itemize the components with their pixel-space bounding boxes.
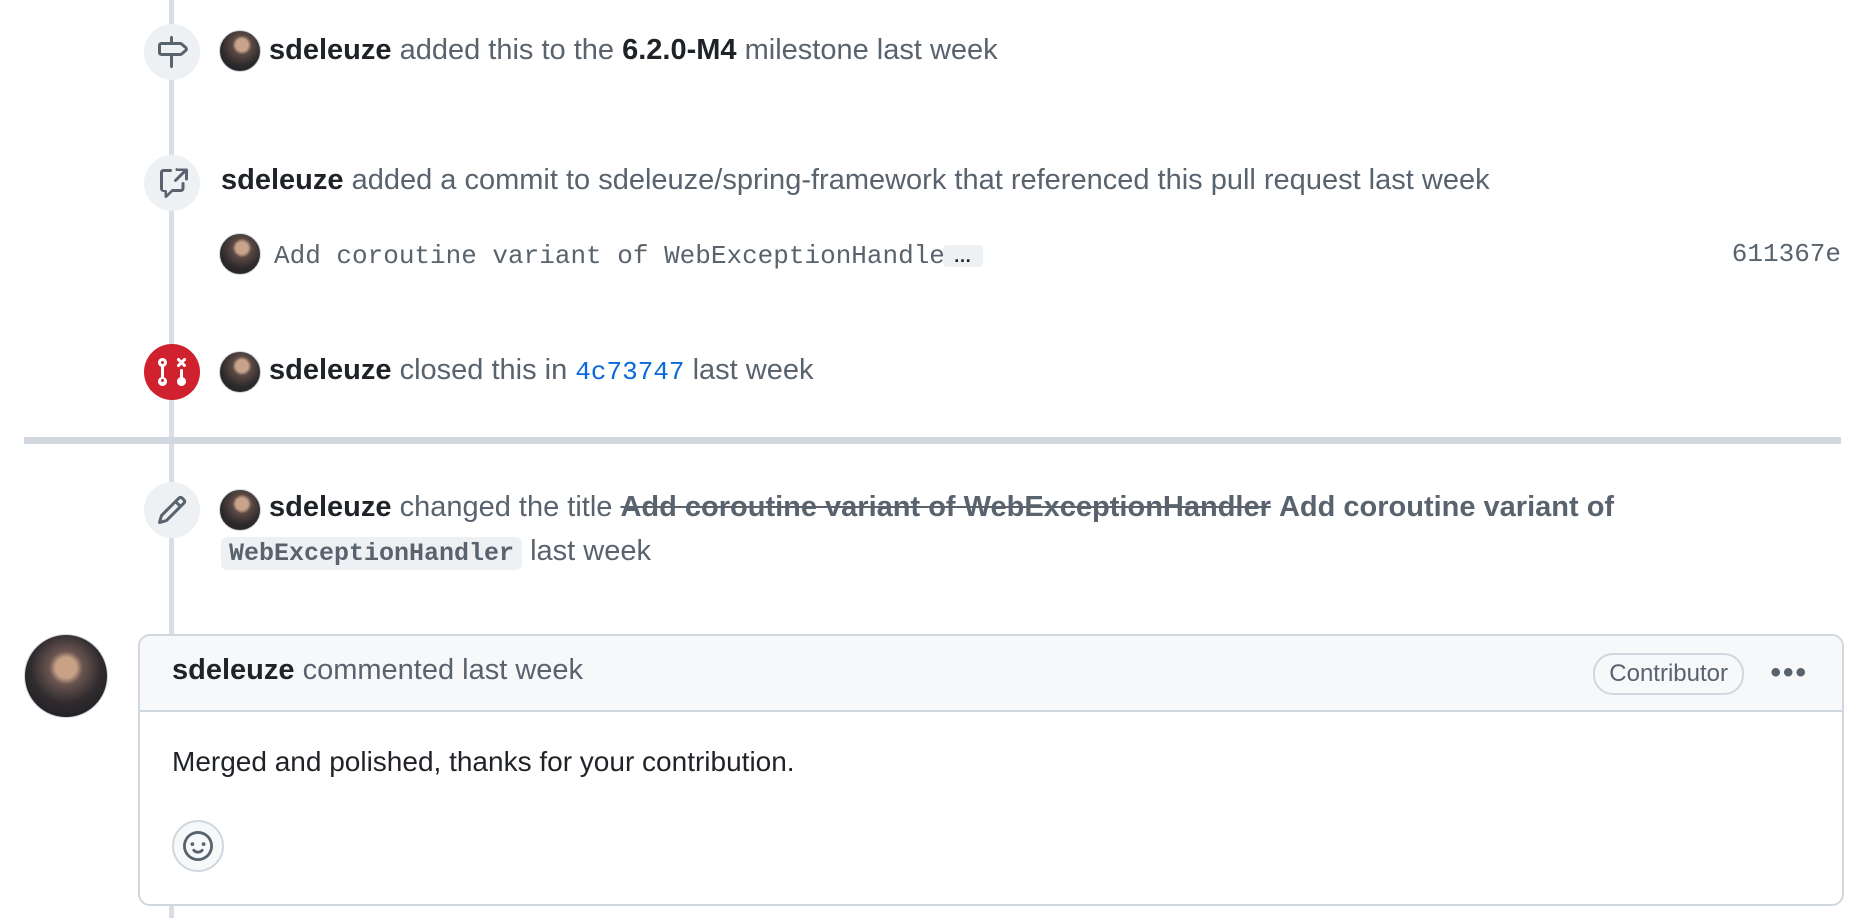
comment-header: sdeleuze commented last week Contributor… [140, 636, 1842, 712]
closed-event-text: sdeleuze closed this in 4c73747 last wee… [269, 352, 813, 390]
event-time-text: milestone last week [744, 34, 998, 66]
event-time-text: last week [530, 535, 651, 567]
old-title: Add coroutine variant of WebExceptionHan… [620, 491, 1271, 523]
comment-body: Merged and polished, thanks for your con… [172, 746, 795, 777]
avatar[interactable] [219, 30, 261, 72]
commit-sha-link[interactable]: 611367e [1732, 239, 1841, 269]
milestone-icon [158, 36, 188, 68]
milestone-badge [144, 24, 200, 80]
rename-event-line1: sdeleuze changed the title Add coroutine… [269, 489, 1614, 525]
commit-expand-button[interactable]: … [943, 245, 983, 267]
comment-action-text: commented last week [302, 654, 584, 686]
milestone-link[interactable]: 6.2.0-M4 [622, 34, 736, 66]
comment-author-line: sdeleuze commented last week [172, 654, 583, 687]
comment-options-button[interactable]: ••• [1770, 656, 1808, 690]
event-action-text: closed this in [399, 354, 568, 386]
avatar[interactable] [219, 351, 261, 393]
rename-badge [144, 482, 200, 538]
event-user-link[interactable]: sdeleuze [221, 164, 344, 196]
pencil-icon [157, 495, 187, 525]
event-user-link[interactable]: sdeleuze [269, 34, 392, 66]
milestone-event-text: sdeleuze added this to the 6.2.0-M4 mile… [269, 32, 998, 68]
new-title-code: WebExceptionHandler [221, 537, 523, 570]
event-action-text: added a commit to sdeleuze/spring-framew… [351, 164, 1490, 196]
commit-reference-badge [144, 155, 200, 211]
closed-badge [144, 344, 200, 400]
closing-commit-link[interactable]: 4c73747 [575, 357, 684, 387]
rename-event-line2: WebExceptionHandler last week [221, 533, 651, 572]
commit-message-link[interactable]: Add coroutine variant of WebExceptionHan… [274, 238, 961, 274]
smiley-icon [183, 831, 213, 861]
new-title: Add coroutine variant of [1278, 491, 1615, 523]
timeline-divider [24, 437, 1841, 444]
pull-request-closed-icon [157, 357, 187, 387]
event-action-text: added this to the [399, 34, 615, 66]
avatar[interactable] [219, 233, 261, 275]
commenter-avatar[interactable] [24, 634, 108, 718]
comment-author-link[interactable]: sdeleuze [172, 654, 295, 686]
event-action-text: changed the title [399, 491, 613, 523]
add-reaction-button[interactable] [172, 820, 224, 872]
event-time-text: last week [692, 354, 814, 386]
contributor-badge: Contributor [1593, 653, 1744, 695]
commit-reference-icon [160, 168, 188, 198]
comment-card: sdeleuze commented last week Contributor… [138, 634, 1844, 906]
event-user-link[interactable]: sdeleuze [269, 491, 392, 523]
avatar[interactable] [219, 489, 261, 531]
event-user-link[interactable]: sdeleuze [269, 354, 392, 386]
commit-event-text: sdeleuze added a commit to sdeleuze/spri… [221, 162, 1490, 198]
